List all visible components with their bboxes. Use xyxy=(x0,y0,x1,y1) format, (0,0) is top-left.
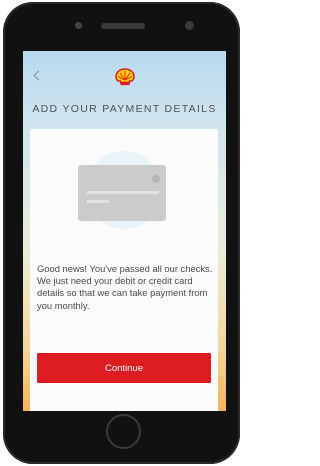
card-name-line xyxy=(87,200,109,203)
shell-logo xyxy=(115,68,135,86)
eligibility-message: Good news! You've passed all our checks.… xyxy=(37,263,213,311)
proximity-sensor xyxy=(185,21,194,30)
content-card: Good news! You've passed all our checks.… xyxy=(30,129,218,411)
phone-frame: ADD YOUR PAYMENT DETAILS Good news! You'… xyxy=(3,2,240,464)
continue-button[interactable]: Continue xyxy=(37,353,211,383)
card-chip xyxy=(152,175,160,183)
chevron-left-icon[interactable] xyxy=(33,70,44,81)
home-button[interactable] xyxy=(106,414,141,449)
app-screen: ADD YOUR PAYMENT DETAILS Good news! You'… xyxy=(23,51,226,411)
card-number-line xyxy=(87,191,159,194)
credit-card-icon xyxy=(78,165,166,221)
front-camera xyxy=(75,22,82,29)
earpiece-speaker xyxy=(101,23,145,29)
page-title: ADD YOUR PAYMENT DETAILS xyxy=(32,103,217,115)
